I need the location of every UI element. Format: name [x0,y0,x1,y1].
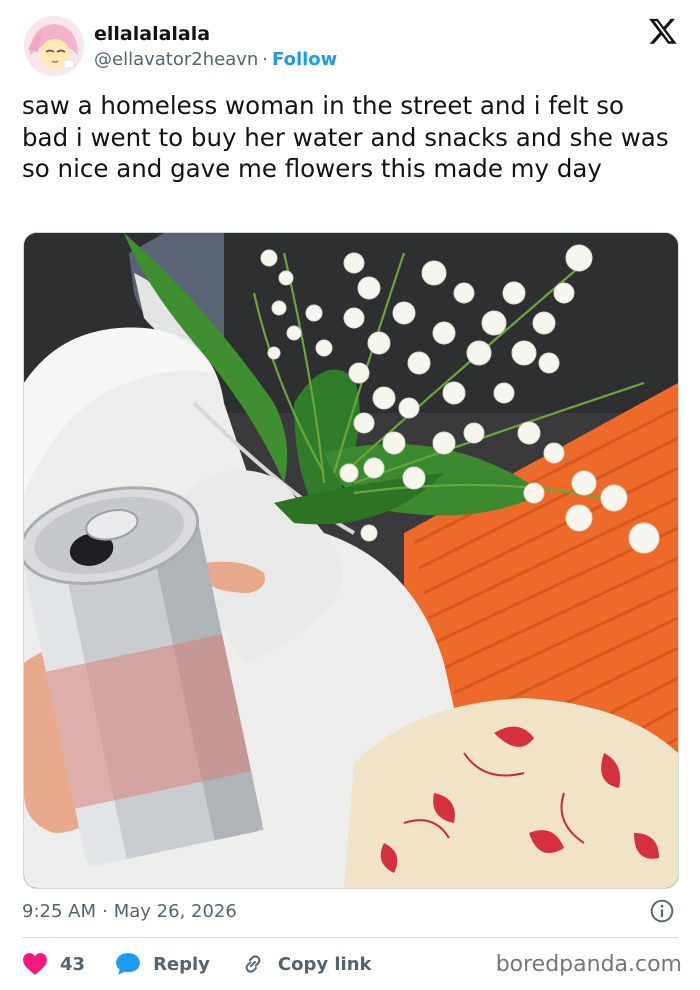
like-button[interactable]: 43 [22,952,85,976]
avatar[interactable] [24,16,84,76]
user-handle[interactable]: @ellavator2heavn [94,49,258,70]
reply-bubble-icon [116,953,140,975]
reply-label: Reply [153,953,210,975]
separator-dot: · [262,49,269,70]
tweet-photo[interactable] [23,232,679,889]
follow-button[interactable]: Follow [272,49,337,70]
watermark: boredpanda.com [495,952,682,977]
display-name[interactable]: ellalalalala [94,23,210,45]
reply-button[interactable]: Reply [115,952,210,976]
tweet-text: saw a homeless woman in the street and i… [22,91,669,183]
divider [22,937,678,938]
handle-row: @ellavator2heavn · Follow [94,49,337,70]
copy-link-label: Copy link [277,953,372,975]
timestamp[interactable]: 9:25 AM · May 26, 2026 [22,901,237,922]
link-icon [245,955,261,973]
info-icon[interactable] [649,898,675,924]
action-bar: 43 Reply Copy link [22,948,402,980]
heart-icon [23,953,47,975]
like-count: 43 [60,953,86,975]
avatar-illustration [24,16,84,76]
tweet-embed-card: ellalalalala @ellavator2heavn · Follow saw… [0,0,700,990]
photo-flowers-and-can [24,233,678,888]
copy-link-button[interactable]: Copy link [240,952,372,976]
post-date: May 26, 2026 [113,901,237,922]
timestamp-separator: · [102,901,108,922]
x-logo-icon[interactable] [648,16,678,46]
post-time: 9:25 AM [22,901,96,922]
